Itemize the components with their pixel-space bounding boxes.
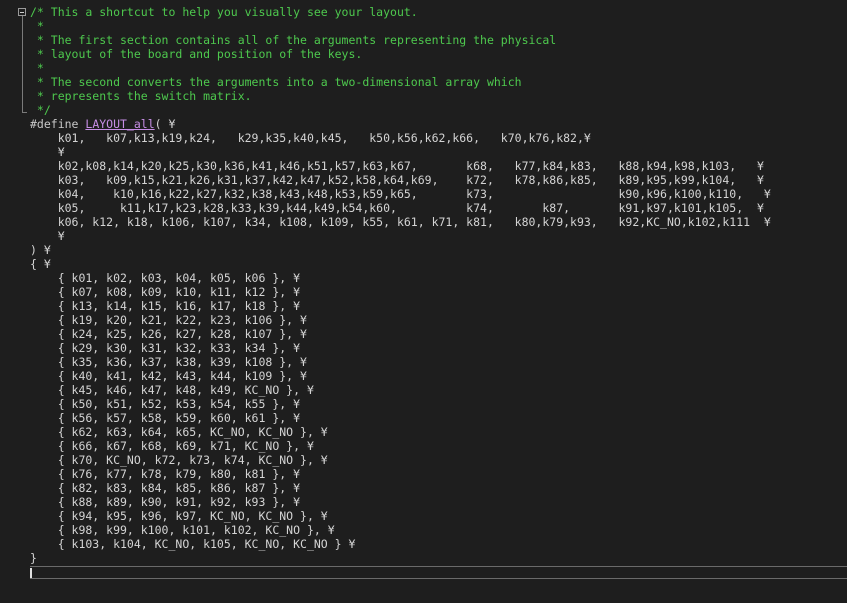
macro-name[interactable]: LAYOUT_all — [85, 117, 154, 131]
matrix-row: { k56, k57, k58, k59, k60, k61 }, ¥ — [30, 411, 301, 425]
code-line: k02,k08,k14,k20,k25,k30,k36,k41,k46,k51,… — [30, 159, 764, 173]
code-line: * — [30, 19, 44, 33]
matrix-row: { k76, k77, k78, k79, k80, k81 }, ¥ — [30, 467, 301, 481]
code-line: ¥ — [30, 145, 65, 159]
editor-gutter — [0, 0, 28, 603]
matrix-row: { k62, k63, k64, k65, KC_NO, KC_NO }, ¥ — [30, 425, 328, 439]
code-line: k01, k07,k13,k19,k24, k29,k35,k40,k45, k… — [30, 131, 591, 145]
code-line: k03, k09,k15,k21,k26,k31,k37,k42,k47,k52… — [30, 173, 764, 187]
code-line: * The first section contains all of the … — [30, 33, 557, 47]
code-line: */ — [30, 103, 51, 117]
matrix-row: { k82, k83, k84, k85, k86, k87 }, ¥ — [30, 481, 301, 495]
code-line: k05, k11,k17,k23,k28,k33,k39,k44,k49,k54… — [30, 201, 764, 215]
code-line: k04, k10,k16,k22,k27,k32,k38,k43,k48,k53… — [30, 187, 771, 201]
define-keyword: #define — [30, 117, 86, 131]
matrix-row: { k13, k14, k15, k16, k17, k18 }, ¥ — [30, 299, 301, 313]
matrix-row: { k19, k20, k21, k22, k23, k106 }, ¥ — [30, 313, 307, 327]
matrix-row: { k07, k08, k09, k10, k11, k12 }, ¥ — [30, 285, 301, 299]
matrix-row: { k01, k02, k03, k04, k05, k06 }, ¥ — [30, 271, 301, 285]
fold-guide-line — [22, 16, 23, 112]
matrix-row: { k45, k46, k47, k48, k49, KC_NO }, ¥ — [30, 383, 314, 397]
matrix-row: { k35, k36, k37, k38, k39, k108 }, ¥ — [30, 355, 307, 369]
matrix-row: { k50, k51, k52, k53, k54, k55 }, ¥ — [30, 397, 301, 411]
code-line: k06, k12, k18, k106, k107, k34, k108, k1… — [30, 215, 771, 229]
matrix-row: { k98, k99, k100, k101, k102, KC_NO }, ¥ — [30, 523, 335, 537]
text-caret — [30, 568, 32, 578]
fold-guide-end — [22, 112, 27, 113]
current-line-highlight[interactable] — [30, 566, 847, 579]
code-line: * The second converts the arguments into… — [30, 75, 522, 89]
matrix-row: { k70, KC_NO, k72, k73, k74, KC_NO }, ¥ — [30, 453, 328, 467]
code-editor[interactable]: /* This a shortcut to help you visually … — [0, 0, 847, 603]
code-line: * layout of the board and position of th… — [30, 47, 363, 61]
matrix-row: { k40, k41, k42, k43, k44, k109 }, ¥ — [30, 369, 307, 383]
code-line: } — [30, 551, 37, 565]
code-line: * represents the switch matrix. — [30, 89, 252, 103]
matrix-row: { k24, k25, k26, k27, k28, k107 }, ¥ — [30, 327, 307, 341]
code-line: /* This a shortcut to help you visually … — [30, 5, 418, 19]
code-text-area[interactable]: /* This a shortcut to help you visually … — [30, 5, 847, 565]
define-tail: ( ¥ — [154, 117, 176, 131]
fold-collapse-icon[interactable] — [18, 8, 26, 16]
matrix-row: { k66, k67, k68, k69, k71, KC_NO }, ¥ — [30, 439, 314, 453]
code-line: ) ¥ — [30, 243, 51, 257]
code-line: ¥ — [30, 229, 65, 243]
code-line: * — [30, 61, 44, 75]
matrix-row: { k88, k89, k90, k91, k92, k93 }, ¥ — [30, 495, 301, 509]
code-line: { ¥ — [30, 257, 51, 271]
define-line: #define LAYOUT_all( ¥ — [30, 117, 847, 131]
matrix-row: { k94, k95, k96, k97, KC_NO, KC_NO }, ¥ — [30, 509, 328, 523]
matrix-row: { k29, k30, k31, k32, k33, k34 }, ¥ — [30, 341, 301, 355]
matrix-row: { k103, k104, KC_NO, k105, KC_NO, KC_NO … — [30, 537, 356, 551]
